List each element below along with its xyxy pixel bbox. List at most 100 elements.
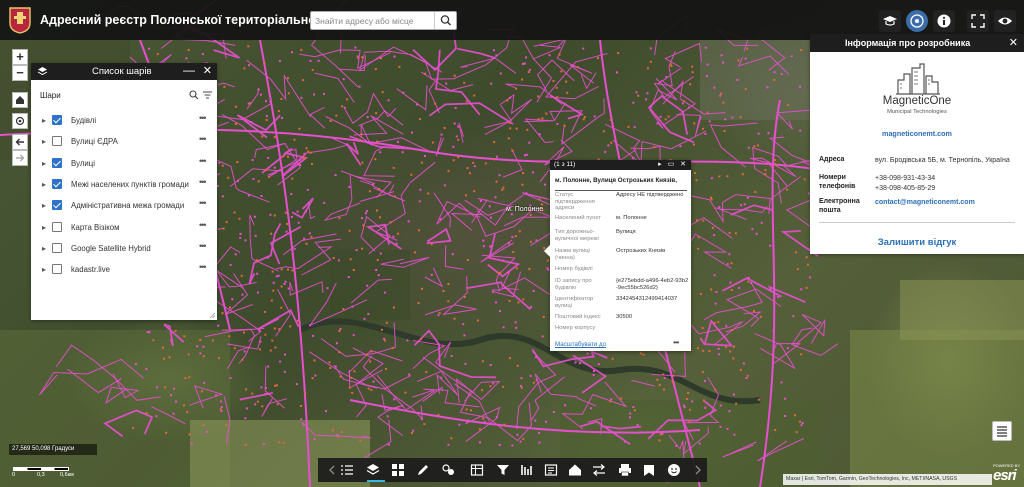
- leave-feedback-button[interactable]: Залишити відгук: [810, 237, 1024, 248]
- layer-options-button[interactable]: •••: [199, 241, 207, 251]
- developer-info-button[interactable]: [906, 10, 928, 32]
- about-tool-button[interactable]: [665, 461, 683, 479]
- building-marker: [379, 151, 382, 154]
- layer-row[interactable]: ▸ Карта Візіком •••: [31, 219, 217, 239]
- street-line: [459, 389, 533, 442]
- layer-visibility-checkbox[interactable]: [52, 242, 62, 253]
- layers-tool-button[interactable]: [364, 461, 382, 479]
- layer-visibility-checkbox[interactable]: [52, 136, 62, 147]
- expand-chevron-icon[interactable]: ▸: [42, 265, 46, 274]
- building-marker: [521, 78, 524, 81]
- bookmark-tool-button[interactable]: [640, 461, 658, 479]
- layer-visibility-checkbox[interactable]: [52, 115, 62, 125]
- building-marker: [338, 351, 341, 354]
- layer-visibility-checkbox[interactable]: [52, 157, 62, 168]
- building-marker: [307, 150, 310, 153]
- layer-visibility-checkbox[interactable]: [52, 264, 62, 275]
- website-link[interactable]: magneticonemt.com: [810, 129, 1024, 138]
- layer-row[interactable]: ▸ Вулиці ЄДРА •••: [31, 133, 217, 153]
- edit-tool-button[interactable]: [542, 461, 560, 479]
- basemap-gallery-tool-button[interactable]: [389, 461, 407, 479]
- layer-options-button[interactable]: •••: [199, 198, 207, 208]
- about-button[interactable]: [933, 10, 955, 32]
- layer-visibility-checkbox[interactable]: [52, 200, 62, 211]
- search-button[interactable]: [434, 12, 456, 29]
- home-button[interactable]: [12, 92, 28, 108]
- building-marker: [187, 353, 190, 356]
- building-marker: [455, 135, 458, 138]
- building-marker: [808, 276, 811, 279]
- fullscreen-button[interactable]: [967, 10, 989, 32]
- building-marker: [780, 381, 783, 384]
- layer-visibility-checkbox[interactable]: [52, 221, 62, 232]
- visibility-button[interactable]: [994, 10, 1016, 32]
- coordinate-readout[interactable]: 27,569 50,098 Градуси: [9, 444, 97, 455]
- building-marker: [515, 127, 518, 130]
- building-marker: [578, 362, 581, 365]
- resize-handle-icon[interactable]: [209, 312, 216, 319]
- analysis-tool-button[interactable]: [439, 461, 457, 479]
- popup-window-controls[interactable]: ▸ ▭ ✕: [658, 160, 688, 168]
- street-line: [246, 59, 312, 118]
- building-marker: [764, 173, 767, 176]
- building-marker: [733, 345, 735, 348]
- phones-label: Номери телефонів: [819, 174, 856, 190]
- expand-chevron-icon[interactable]: ▸: [42, 201, 46, 210]
- layer-options-button[interactable]: •••: [199, 177, 207, 187]
- layer-row[interactable]: ▸ Будівлі •••: [31, 112, 217, 132]
- minimize-button[interactable]: —: [183, 63, 195, 77]
- layer-options-button[interactable]: •••: [199, 134, 207, 144]
- training-button[interactable]: [879, 10, 901, 32]
- building-marker: [282, 154, 285, 157]
- layer-options-button[interactable]: •••: [199, 113, 207, 123]
- building-marker: [375, 112, 378, 115]
- zoom-to-link[interactable]: Масштабувати до: [555, 341, 606, 348]
- building-marker: [188, 376, 191, 379]
- sort-options-icon[interactable]: [202, 90, 213, 100]
- expand-chevron-icon[interactable]: ▸: [42, 137, 46, 146]
- layer-row[interactable]: ▸ kadastr.live •••: [31, 261, 217, 281]
- layer-row[interactable]: ▸ Межі населених пунктів громади •••: [31, 176, 217, 196]
- my-location-button[interactable]: [12, 113, 28, 129]
- layer-options-button[interactable]: •••: [199, 262, 207, 272]
- previous-extent-button[interactable]: [12, 134, 28, 150]
- print-tool-button[interactable]: [616, 461, 634, 479]
- popup-more-button[interactable]: •••: [673, 338, 679, 347]
- building-marker: [732, 357, 735, 360]
- building-marker: [724, 118, 727, 121]
- zoom-in-button[interactable]: +: [12, 49, 28, 65]
- list-tool-button[interactable]: [338, 461, 356, 479]
- building-marker: [239, 232, 242, 235]
- filter-tool-button[interactable]: [494, 461, 512, 479]
- next-extent-button[interactable]: [12, 150, 28, 166]
- attribute-table-toggle[interactable]: [992, 421, 1012, 441]
- expand-chevron-icon[interactable]: ▸: [42, 159, 46, 168]
- layer-row[interactable]: ▸ Google Satellite Hybrid •••: [31, 240, 217, 260]
- expand-chevron-icon[interactable]: ▸: [42, 180, 46, 189]
- layer-options-button[interactable]: •••: [199, 220, 207, 230]
- search-icon[interactable]: [189, 90, 199, 100]
- layer-row[interactable]: ▸ Вулиці •••: [31, 155, 217, 175]
- layer-row[interactable]: ▸ Адміністративна межа громади •••: [31, 197, 217, 217]
- building-marker: [472, 161, 475, 164]
- search-input[interactable]: [315, 14, 433, 28]
- expand-chevron-icon[interactable]: ▸: [42, 116, 46, 125]
- expand-chevron-icon[interactable]: ▸: [42, 223, 46, 232]
- building-marker: [463, 296, 466, 298]
- email-link[interactable]: contact@magneticonemt.com: [875, 198, 1024, 208]
- zoom-out-button[interactable]: −: [12, 65, 28, 81]
- building-marker: [523, 62, 526, 65]
- swipe-tool-button[interactable]: [590, 461, 608, 479]
- close-button[interactable]: ✕: [203, 64, 212, 77]
- close-button[interactable]: ✕: [1009, 36, 1018, 49]
- next-tool-button[interactable]: [689, 461, 707, 479]
- building-marker: [351, 391, 354, 394]
- layer-options-button[interactable]: •••: [199, 156, 207, 166]
- draw-tool-button[interactable]: [414, 461, 432, 479]
- attribute-table-tool-button[interactable]: [468, 461, 486, 479]
- building-marker: [734, 232, 737, 235]
- query-tool-button[interactable]: [518, 461, 536, 479]
- home-tool-button[interactable]: [566, 461, 584, 479]
- layer-visibility-checkbox[interactable]: [52, 178, 62, 189]
- expand-chevron-icon[interactable]: ▸: [42, 244, 46, 253]
